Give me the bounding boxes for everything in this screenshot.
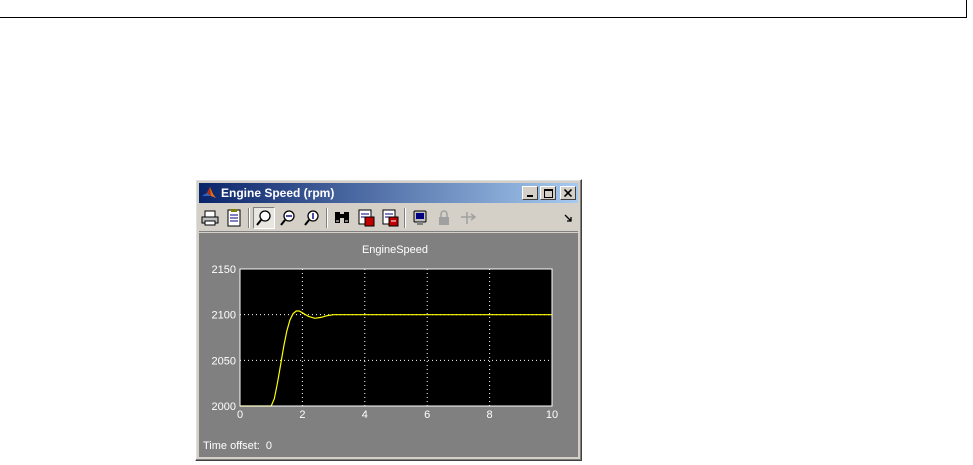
close-icon <box>564 189 572 197</box>
window-title: Engine Speed (rpm) <box>221 186 335 200</box>
floating-scope-icon <box>413 210 427 225</box>
autoscale-button[interactable] <box>331 207 353 229</box>
page-header-tick <box>966 0 967 18</box>
maximize-button[interactable] <box>540 186 556 200</box>
scope-toolbar <box>199 205 578 232</box>
scope-plot[interactable]: EngineSpeed 0 2 4 6 8 10 2000 2050 2100 2150 <box>199 233 578 457</box>
zoom-icon <box>256 210 271 226</box>
x-tick-label: 4 <box>362 409 368 421</box>
matlab-logo-icon <box>202 187 216 198</box>
y-tick-label: 2050 <box>212 355 236 367</box>
zoom-x-button[interactable] <box>277 207 299 229</box>
zoom-y-button[interactable] <box>301 207 323 229</box>
scope-window[interactable]: Engine Speed (rpm) EngineSpeed 0 2 4 6 8… <box>195 179 582 461</box>
x-tick-label: 6 <box>424 409 430 421</box>
y-tick-label: 2000 <box>212 401 236 413</box>
parameters-icon <box>227 209 241 227</box>
print-button[interactable] <box>199 207 221 229</box>
zoom-x-icon <box>280 210 295 226</box>
toolbar-separator <box>248 208 250 228</box>
maximize-icon <box>543 188 553 198</box>
dock-arrow-icon <box>564 214 572 222</box>
zoom-button[interactable] <box>253 207 275 229</box>
toolbar-separator <box>404 208 406 228</box>
minimize-button[interactable] <box>522 186 538 200</box>
page-header-rule <box>0 17 967 18</box>
signal-selection-icon <box>461 212 477 224</box>
floating-scope-button[interactable] <box>409 207 431 229</box>
time-offset-value: 0 <box>265 440 272 452</box>
scope-display[interactable]: EngineSpeed 0 2 4 6 8 10 2000 2050 2100 2150 Time… <box>199 233 578 457</box>
plot-background <box>240 269 552 406</box>
save-axes-settings-button[interactable] <box>355 207 377 229</box>
y-tick-label: 2100 <box>212 310 236 322</box>
title-bar[interactable]: Engine Speed (rpm) <box>199 183 578 203</box>
restore-axes-settings-button[interactable] <box>379 207 401 229</box>
chart-title: EngineSpeed <box>362 244 428 256</box>
time-offset-label: Time offset: <box>203 440 260 452</box>
toolbar-dock-button[interactable] <box>564 209 572 227</box>
x-tick-label: 2 <box>299 409 305 421</box>
lock-axes-icon <box>439 210 449 225</box>
lock-axes-button[interactable] <box>433 207 455 229</box>
autoscale-binoculars-icon <box>335 212 349 223</box>
close-button[interactable] <box>560 186 576 200</box>
zoom-y-icon <box>304 210 319 226</box>
x-tick-label: 0 <box>237 409 243 421</box>
x-tick-label: 10 <box>546 409 558 421</box>
toolbar-separator <box>326 208 328 228</box>
signal-selection-button[interactable] <box>457 207 479 229</box>
save-axes-settings-icon <box>358 209 375 227</box>
restore-axes-settings-icon <box>382 209 399 227</box>
y-tick-label: 2150 <box>212 264 236 276</box>
minimize-icon <box>527 195 533 197</box>
time-offset: Time offset: 0 <box>203 440 272 452</box>
parameters-button[interactable] <box>223 207 245 229</box>
print-icon <box>201 210 219 226</box>
x-tick-label: 8 <box>487 409 493 421</box>
